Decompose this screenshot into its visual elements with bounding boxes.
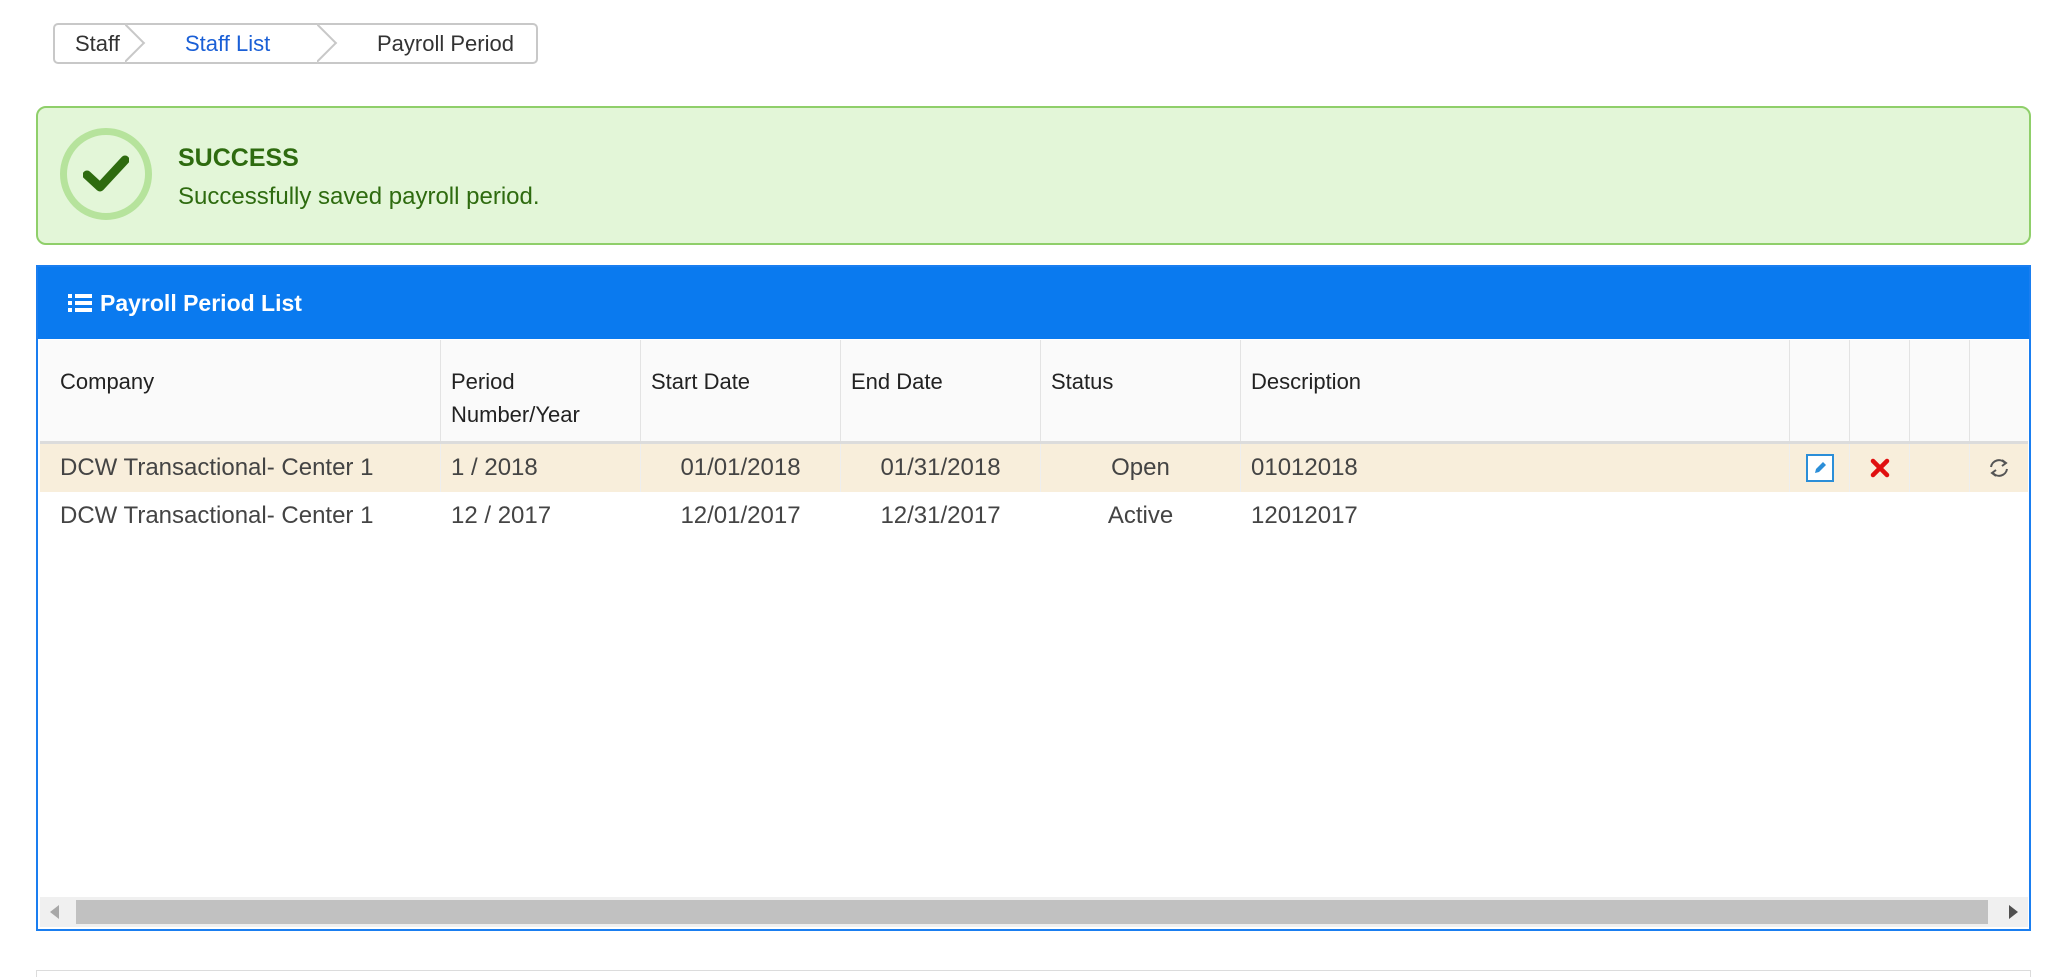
breadcrumb-payroll-period-label: Payroll Period bbox=[377, 30, 514, 56]
success-alert: SUCCESS Successfully saved payroll perio… bbox=[36, 106, 2031, 245]
scroll-right-icon[interactable] bbox=[2009, 905, 2018, 919]
refresh-icon[interactable] bbox=[1987, 456, 2011, 480]
scroll-left-icon[interactable] bbox=[50, 905, 59, 919]
breadcrumb-staff-label: Staff bbox=[75, 30, 120, 56]
list-icon bbox=[68, 293, 92, 313]
cell-status: Open bbox=[1041, 444, 1241, 492]
breadcrumb-staff-list[interactable]: Staff List bbox=[145, 25, 337, 62]
cell-end-date: 01/31/2018 bbox=[841, 444, 1041, 492]
alert-title: SUCCESS bbox=[178, 144, 299, 172]
breadcrumb-separator bbox=[317, 23, 339, 64]
cell-end-date: 12/31/2017 bbox=[880, 502, 1001, 529]
column-header-status[interactable]: Status bbox=[1041, 340, 1241, 441]
delete-icon[interactable] bbox=[1870, 458, 1890, 478]
breadcrumb-staff-list-label: Staff List bbox=[185, 30, 271, 56]
cell-start-date: 12/01/2017 bbox=[680, 502, 801, 529]
table-row[interactable]: DCW Transactional- Center 1 1 / 2018 01/… bbox=[40, 444, 2028, 492]
next-panel-edge bbox=[36, 970, 2031, 977]
cell-period: 1 / 2018 bbox=[441, 444, 641, 492]
column-header-edit bbox=[1790, 340, 1850, 441]
panel-title: Payroll Period List bbox=[100, 289, 302, 316]
edit-button[interactable] bbox=[1790, 444, 1850, 492]
delete-button[interactable] bbox=[1850, 444, 1910, 492]
column-header-refresh bbox=[1970, 340, 2028, 441]
cell-start-date: 01/01/2018 bbox=[641, 444, 841, 492]
breadcrumb: Staff Staff List Payroll Period bbox=[53, 23, 538, 64]
cell-description: 12012017 bbox=[1251, 502, 1358, 529]
panel-header: Payroll Period List bbox=[38, 267, 2029, 339]
edit-icon[interactable] bbox=[1805, 454, 1834, 482]
refresh-button[interactable] bbox=[1970, 444, 2028, 492]
table-row[interactable]: DCW Transactional- Center 1 12 / 2017 12… bbox=[40, 492, 2028, 540]
payroll-period-panel: Payroll Period List Company Period Numbe… bbox=[36, 265, 2031, 931]
horizontal-scrollbar[interactable] bbox=[40, 897, 2028, 927]
column-header-period-line2: Number/Year bbox=[451, 402, 580, 427]
column-header-blank bbox=[1910, 340, 1970, 441]
table-header: Company Period Number/Year Start Date En… bbox=[40, 340, 2028, 444]
cell-period: 12 / 2017 bbox=[451, 502, 552, 529]
cell-status: Active bbox=[1107, 502, 1174, 529]
column-header-period-line1: Period bbox=[451, 369, 515, 394]
cell-company: DCW Transactional- Center 1 bbox=[40, 444, 441, 492]
cell-company: DCW Transactional- Center 1 bbox=[60, 502, 374, 529]
cell-description: 01012018 bbox=[1241, 444, 1790, 492]
column-header-company[interactable]: Company bbox=[40, 340, 441, 441]
column-header-period[interactable]: Period Number/Year bbox=[441, 340, 641, 441]
breadcrumb-separator bbox=[125, 23, 147, 64]
action-cell-blank bbox=[1910, 444, 1970, 492]
breadcrumb-payroll-period: Payroll Period bbox=[337, 25, 514, 62]
alert-message: Successfully saved payroll period. bbox=[178, 183, 540, 210]
check-icon bbox=[60, 128, 152, 220]
scrollbar-thumb[interactable] bbox=[76, 900, 1988, 924]
column-header-description[interactable]: Description bbox=[1241, 340, 1790, 441]
column-header-start-date[interactable]: Start Date bbox=[641, 340, 841, 441]
payroll-period-table: Company Period Number/Year Start Date En… bbox=[40, 340, 2028, 540]
column-header-delete bbox=[1850, 340, 1910, 441]
column-header-end-date[interactable]: End Date bbox=[841, 340, 1041, 441]
breadcrumb-staff[interactable]: Staff bbox=[55, 25, 145, 62]
